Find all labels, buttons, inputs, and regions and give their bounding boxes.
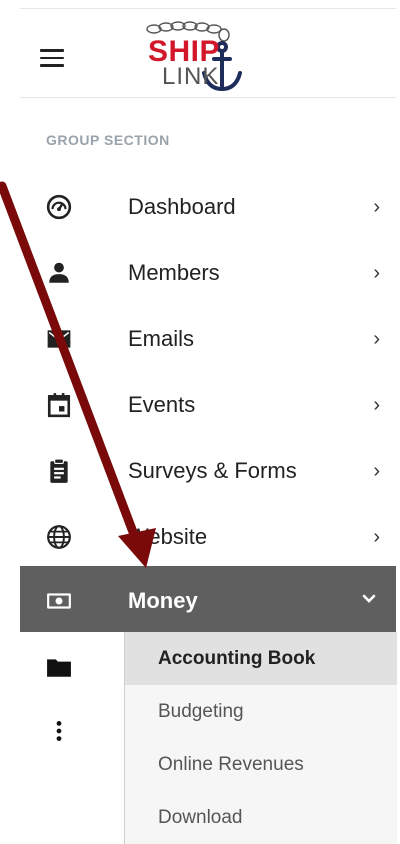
chevron-right-icon: › xyxy=(373,394,380,416)
menu-icon[interactable] xyxy=(40,49,64,69)
more-vertical-icon[interactable] xyxy=(46,718,72,744)
submenu-item-label: Budgeting xyxy=(158,701,244,722)
globe-icon xyxy=(47,525,71,549)
sidebar-item-label: Surveys & Forms xyxy=(128,458,297,483)
submenu-item-online-revenues[interactable]: Online Revenues xyxy=(125,738,397,791)
app-header: SHIP LINK xyxy=(20,8,396,98)
sidebar-item-label: Members xyxy=(128,260,220,285)
submenu-item-download[interactable]: Download xyxy=(125,791,397,844)
sidebar-item-events[interactable]: Events › xyxy=(20,372,396,438)
chevron-right-icon: › xyxy=(373,196,380,218)
dashboard-icon xyxy=(46,194,72,220)
sidebar-item-money[interactable]: Money xyxy=(20,566,396,632)
sidebar-item-label: Money xyxy=(128,588,198,613)
sidebar-item-dashboard[interactable]: Dashboard › xyxy=(20,174,396,240)
chevron-right-icon: › xyxy=(373,328,380,350)
chevron-right-icon: › xyxy=(373,526,380,548)
sidebar-item-label: Events xyxy=(128,392,196,417)
calendar-icon xyxy=(47,393,71,418)
submenu-item-label: Online Revenues xyxy=(158,754,304,775)
person-icon xyxy=(49,262,69,283)
sidebar-item-members[interactable]: Members › xyxy=(20,240,396,306)
sidebar-item-label: Website xyxy=(128,524,208,549)
chevron-right-icon: › xyxy=(373,460,380,482)
folder-icon[interactable] xyxy=(46,654,72,680)
submenu-item-budgeting[interactable]: Budgeting xyxy=(125,685,397,738)
sidebar-item-label: Emails xyxy=(128,326,195,351)
money-icon xyxy=(47,593,71,609)
chevron-right-icon: › xyxy=(373,262,380,284)
logo-text-link: LINK xyxy=(162,63,220,90)
sidebar-item-surveys-forms[interactable]: Surveys & Forms › xyxy=(20,438,396,504)
clipboard-icon xyxy=(50,458,68,483)
chevron-down-icon xyxy=(362,594,376,603)
group-section-title: GROUP SECTION xyxy=(46,132,170,148)
shiplink-logo[interactable]: SHIP LINK xyxy=(124,15,274,95)
sidebar-item-emails[interactable]: Emails › xyxy=(20,306,396,372)
submenu-item-label: Download xyxy=(158,807,243,828)
email-icon xyxy=(47,330,71,348)
submenu-item-accounting-book[interactable]: Accounting Book xyxy=(125,632,397,685)
money-submenu: Accounting Book Budgeting Online Revenue… xyxy=(124,632,397,844)
submenu-item-label: Accounting Book xyxy=(158,648,316,669)
sidebar-item-label: Dashboard xyxy=(128,194,236,219)
sidebar-item-website[interactable]: Website › xyxy=(20,504,396,570)
